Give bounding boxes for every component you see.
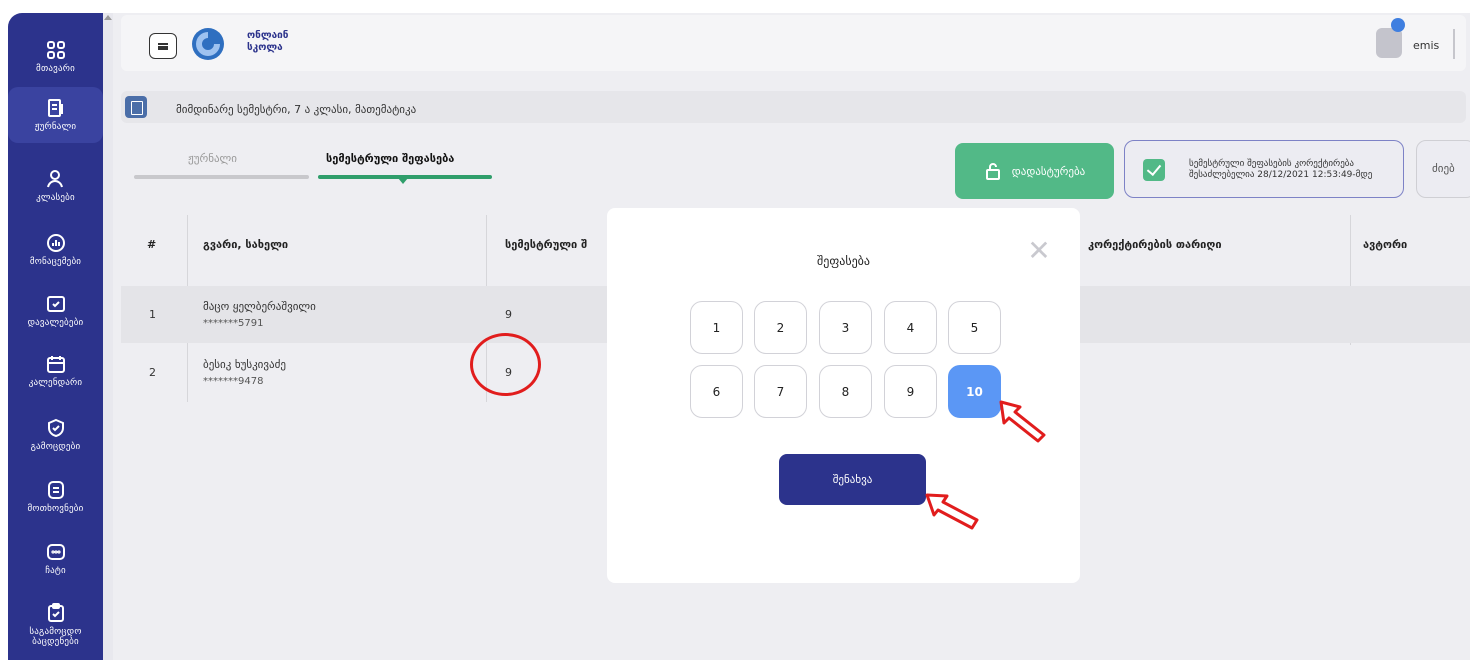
sidebar-item-label: კალენდარი <box>28 378 83 388</box>
tab-underline <box>134 175 309 179</box>
document-icon <box>47 481 64 499</box>
save-button[interactable]: შენახვა <box>779 454 926 505</box>
tab-semester-grade[interactable]: სემესტრული შეფასება <box>326 152 454 165</box>
notice-line-1: სემესტრული შეფასების კორექტირება <box>1189 159 1355 169</box>
row-number: 2 <box>149 366 156 379</box>
task-icon <box>46 296 65 312</box>
sidebar-item-calendar[interactable]: კალენდარი <box>8 343 103 399</box>
sidebar-item-label: მთავარი <box>36 64 75 74</box>
journal-icon <box>47 99 63 117</box>
close-icon[interactable]: ✕ <box>1027 237 1051 265</box>
grade-option[interactable]: 8 <box>819 365 872 418</box>
modal-title: შეფასება <box>817 254 870 268</box>
user-name[interactable]: emis <box>1413 39 1439 52</box>
sidebar-item-data[interactable]: მონაცემები <box>8 222 103 278</box>
correction-notice: სემესტრული შეფასების კორექტირება შესაძლე… <box>1124 140 1404 198</box>
check-icon[interactable] <box>1143 159 1165 181</box>
sidebar-item-label: მონაცემები <box>29 257 82 267</box>
confirm-label: დადასტურება <box>1011 164 1086 178</box>
grade-option[interactable]: 9 <box>884 365 937 418</box>
sidebar-item-label: ჟურნალი <box>34 122 77 132</box>
brand-name: ონლაინ სკოლა <box>247 30 288 54</box>
grade-modal: შეფასება ✕ 1 2 3 4 5 6 7 8 9 10 შენახვა <box>607 208 1080 583</box>
sidebar: მთავარი ჟურნალი კლასები მონაცემები დავალ… <box>8 13 113 660</box>
grade-option[interactable]: 2 <box>754 301 807 354</box>
notification-dot <box>1391 18 1405 32</box>
search-button[interactable]: ძიებ <box>1416 140 1470 198</box>
shield-icon <box>47 418 64 438</box>
notice-text: სემესტრული შეფასების კორექტირება შესაძლე… <box>1189 159 1399 181</box>
scroll-up-icon[interactable] <box>104 15 112 20</box>
sidebar-item-home[interactable]: მთავარი <box>8 29 103 85</box>
sidebar-item-exam-absences[interactable]: საგამოცდო ბაცდენები <box>8 597 103 653</box>
menu-button[interactable] <box>149 33 177 59</box>
sidebar-item-label: დავალებები <box>27 318 84 328</box>
annotation-arrow-icon <box>925 493 979 530</box>
brand-line-2: სკოლა <box>247 42 283 53</box>
grade-option[interactable]: 1 <box>690 301 743 354</box>
confirm-button[interactable]: დადასტურება <box>955 143 1114 199</box>
tab-indicator <box>398 178 408 184</box>
clipboard-icon <box>47 603 64 622</box>
calendar-icon <box>46 356 65 373</box>
grade-option-selected[interactable]: 10 <box>948 365 1001 418</box>
sidebar-item-label: გამოცდები <box>30 442 81 452</box>
column-header-name: გვარი, სახელი <box>203 237 289 251</box>
student-name: ბესიკ ხუსკივაძე <box>203 358 286 371</box>
chat-icon <box>46 544 65 560</box>
row-number: 1 <box>149 308 156 321</box>
sidebar-item-requests[interactable]: მოთხოვნები <box>8 469 103 525</box>
annotation-arrow-icon <box>999 400 1046 443</box>
sidebar-item-tasks[interactable]: დავალებები <box>8 283 103 339</box>
sidebar-item-label: კლასები <box>36 193 75 203</box>
sidebar-item-classes[interactable]: კლასები <box>8 158 103 214</box>
column-header-correction-date: კორექტირების თარიღი <box>1088 237 1222 251</box>
grade-option[interactable]: 6 <box>690 365 743 418</box>
lock-icon <box>985 163 1000 180</box>
column-header-num: # <box>147 237 157 251</box>
sidebar-item-exams[interactable]: გამოცდები <box>8 407 103 463</box>
chart-icon <box>46 234 65 252</box>
brand-line-1: ონლაინ <box>247 30 289 41</box>
tab-journal[interactable]: ჟურნალი <box>188 152 237 165</box>
student-cell: მაცო ყელბერაშვილი *******5791 <box>203 286 316 343</box>
student-id: *******9478 <box>203 376 264 387</box>
clipboard-icon <box>125 96 147 118</box>
divider <box>1453 29 1455 59</box>
student-cell: ბესიკ ხუსკივაძე *******9478 <box>203 344 286 401</box>
grade-option[interactable]: 4 <box>884 301 937 354</box>
annotation-circle <box>470 333 541 396</box>
hamburger-icon <box>158 42 168 50</box>
logo-icon <box>192 28 224 60</box>
column-header-author: ავტორი <box>1363 237 1408 251</box>
grade-option[interactable]: 5 <box>948 301 1001 354</box>
sidebar-item-chat[interactable]: ჩატი <box>8 531 103 587</box>
sidebar-item-label: მოთხოვნები <box>27 504 84 514</box>
grid-icon <box>46 41 65 59</box>
breadcrumb-text: მიმდინარე სემესტრი, 7 ა კლასი, მათემატიკ… <box>176 103 417 116</box>
student-name: მაცო ყელბერაშვილი <box>203 300 316 313</box>
sidebar-item-journal[interactable]: ჟურნალი <box>8 87 103 143</box>
bell-icon[interactable] <box>1376 28 1402 58</box>
users-icon <box>46 170 63 188</box>
sidebar-scrollbar[interactable] <box>103 13 113 660</box>
notice-line-2: შესაძლებელია 28/12/2021 12:53:49-მდე <box>1189 170 1373 180</box>
sidebar-item-label: ჩატი <box>45 566 66 576</box>
top-bar: ონლაინ სკოლა emis <box>121 15 1466 71</box>
sidebar-item-label: საგამოცდო ბაცდენები <box>29 627 82 647</box>
student-id: *******5791 <box>203 318 264 329</box>
grade-option[interactable]: 7 <box>754 365 807 418</box>
grade-option[interactable]: 3 <box>819 301 872 354</box>
